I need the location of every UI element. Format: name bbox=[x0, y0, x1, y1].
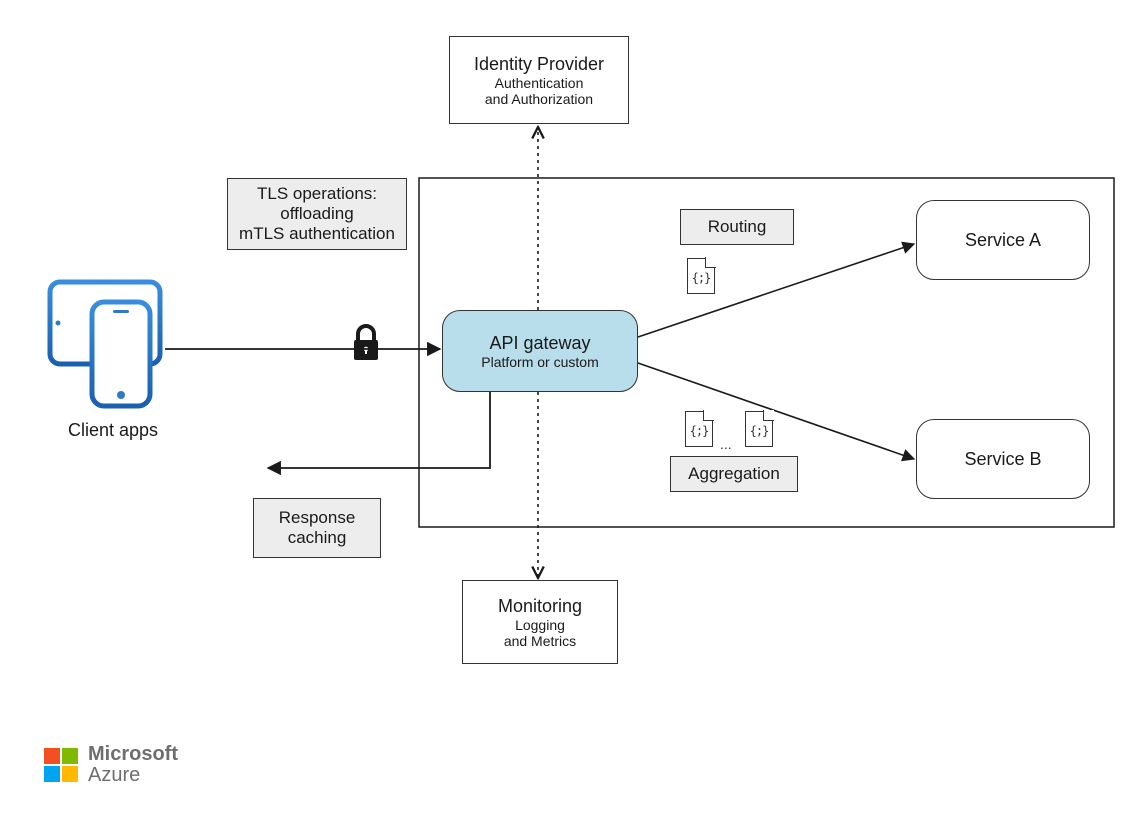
tls-operations-label: TLS operations: offloading mTLS authenti… bbox=[227, 178, 407, 250]
service-b-box: Service B bbox=[916, 419, 1090, 499]
diagram-canvas: Identity Provider Authentication and Aut… bbox=[0, 0, 1133, 826]
tls-line3: mTLS authentication bbox=[239, 224, 395, 244]
microsoft-logo-icon bbox=[44, 748, 78, 782]
api-gateway-title: API gateway bbox=[489, 333, 590, 354]
aggregation-doc-icon-1: {;} bbox=[685, 411, 713, 447]
client-apps-icon bbox=[50, 282, 160, 406]
response-caching-line2: caching bbox=[288, 528, 347, 548]
brand-line2: Azure bbox=[88, 765, 178, 786]
identity-provider-line2: and Authorization bbox=[485, 91, 593, 107]
response-caching-label: Response caching bbox=[253, 498, 381, 558]
aggregation-label: Aggregation bbox=[670, 456, 798, 492]
monitoring-line2: and Metrics bbox=[504, 633, 576, 649]
monitoring-title: Monitoring bbox=[498, 596, 582, 617]
api-gateway-subtitle: Platform or custom bbox=[481, 354, 598, 370]
response-caching-line1: Response bbox=[279, 508, 356, 528]
identity-provider-title: Identity Provider bbox=[474, 54, 604, 75]
identity-provider-line1: Authentication bbox=[495, 75, 584, 91]
identity-provider-box: Identity Provider Authentication and Aut… bbox=[449, 36, 629, 124]
api-gateway-box: API gateway Platform or custom bbox=[442, 310, 638, 392]
microsoft-azure-text: Microsoft Azure bbox=[88, 744, 178, 786]
monitoring-line1: Logging bbox=[515, 617, 565, 633]
aggregation-dots: ... bbox=[720, 436, 732, 452]
aggregation-doc-icon-2: {;} bbox=[745, 411, 773, 447]
client-apps-caption: Client apps bbox=[63, 420, 163, 441]
monitoring-box: Monitoring Logging and Metrics bbox=[462, 580, 618, 664]
tls-line2: offloading bbox=[280, 204, 353, 224]
service-b-title: Service B bbox=[964, 449, 1041, 470]
service-a-title: Service A bbox=[965, 230, 1041, 251]
brand-line1: Microsoft bbox=[88, 744, 178, 765]
tls-line1: TLS operations: bbox=[257, 184, 377, 204]
routing-doc-icon: {;} bbox=[687, 258, 715, 294]
service-a-box: Service A bbox=[916, 200, 1090, 280]
microsoft-azure-logo: Microsoft Azure bbox=[44, 744, 178, 786]
lock-icon bbox=[354, 326, 378, 360]
routing-label: Routing bbox=[680, 209, 794, 245]
